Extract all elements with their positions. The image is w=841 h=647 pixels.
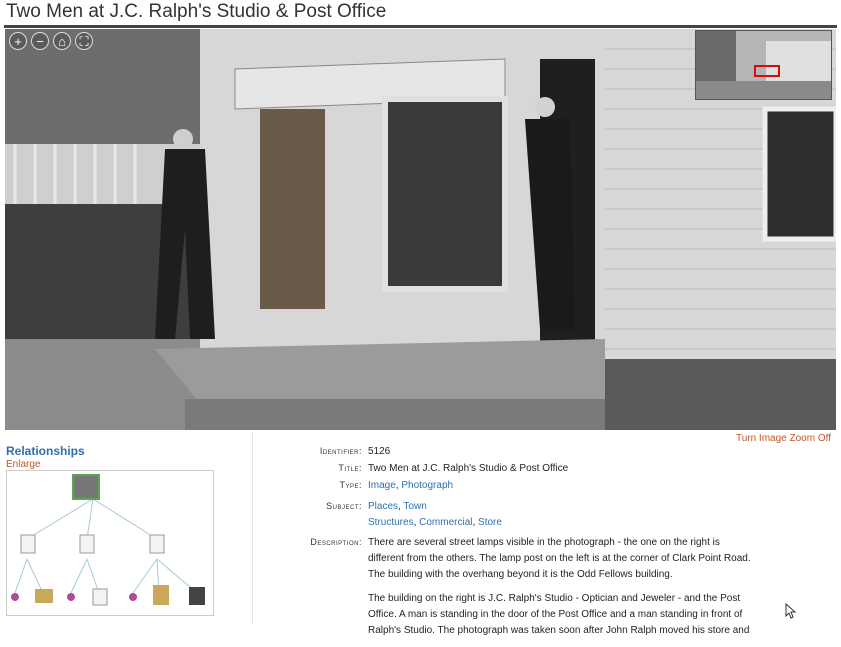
zoom-out-button[interactable]: − <box>31 32 49 50</box>
child-node[interactable] <box>149 534 165 554</box>
leaf-node[interactable] <box>92 588 108 606</box>
leaf-node[interactable] <box>67 593 75 601</box>
subject-link-commercial[interactable]: Commercial <box>419 517 472 528</box>
title-value: Two Men at J.C. Ralph's Studio & Post Of… <box>368 463 569 474</box>
title-row: Title: Two Men at J.C. Ralph's Studio & … <box>255 461 755 478</box>
turn-zoom-off-link[interactable]: Turn Image Zoom Off <box>736 433 831 444</box>
title-label: Title: <box>338 463 362 473</box>
zoom-controls: + − ⌂ ⛶ <box>9 32 93 50</box>
type-link-photograph[interactable]: Photograph <box>401 480 453 491</box>
column-divider <box>252 432 253 624</box>
identifier-value: 5126 <box>368 446 391 457</box>
child-node[interactable] <box>79 534 95 554</box>
type-label: Type: <box>339 480 362 490</box>
image-navigator[interactable] <box>695 30 832 100</box>
type-row: Type: Image, Photograph <box>255 478 755 499</box>
enlarge-link[interactable]: Enlarge <box>6 459 40 470</box>
title-divider <box>4 25 837 28</box>
type-link-image[interactable]: Image <box>368 480 396 491</box>
mouse-cursor-icon <box>785 603 797 619</box>
zoom-in-button[interactable]: + <box>9 32 27 50</box>
identifier-label: Identifier: <box>319 446 362 456</box>
subject-link-town[interactable]: Town <box>403 501 426 512</box>
identifier-row: Identifier: 5126 <box>255 444 755 461</box>
leaf-node[interactable] <box>129 593 137 601</box>
relationships-diagram[interactable] <box>6 470 214 616</box>
leaf-node[interactable] <box>35 589 53 603</box>
subject-link-places[interactable]: Places <box>368 501 398 512</box>
description-paragraph: The building on the right is J.C. Ralph'… <box>368 593 750 636</box>
description-label: Description: <box>310 537 362 547</box>
subject-link-structures[interactable]: Structures <box>368 517 414 528</box>
subject-link-store[interactable]: Store <box>478 517 502 528</box>
leaf-node[interactable] <box>11 593 19 601</box>
navigator-viewport-box[interactable] <box>754 65 780 77</box>
page-title: Two Men at J.C. Ralph's Studio & Post Of… <box>6 1 387 22</box>
description-row: Description: There are several street la… <box>255 535 755 639</box>
description-paragraph: There are several street lamps visible i… <box>368 537 751 580</box>
child-node[interactable] <box>20 534 36 554</box>
relationships-heading: Relationships <box>6 444 85 458</box>
leaf-node[interactable] <box>189 587 205 605</box>
description-value: There are several street lamps visible i… <box>368 535 755 639</box>
subject-row: Subject: Places, Town Structures, Commer… <box>255 499 755 535</box>
relationships-graph <box>11 474 205 606</box>
subject-value: Places, Town Structures, Commercial, Sto… <box>368 501 502 528</box>
type-value: Image, Photograph <box>368 480 454 491</box>
fullscreen-button[interactable]: ⛶ <box>75 32 93 50</box>
leaf-node[interactable] <box>153 585 169 605</box>
image-viewer[interactable]: + − ⌂ ⛶ <box>5 29 836 430</box>
root-node[interactable] <box>72 474 100 500</box>
subject-label: Subject: <box>326 501 362 511</box>
home-button[interactable]: ⌂ <box>53 32 71 50</box>
metadata-panel: Identifier: 5126 Title: Two Men at J.C. … <box>255 444 755 647</box>
